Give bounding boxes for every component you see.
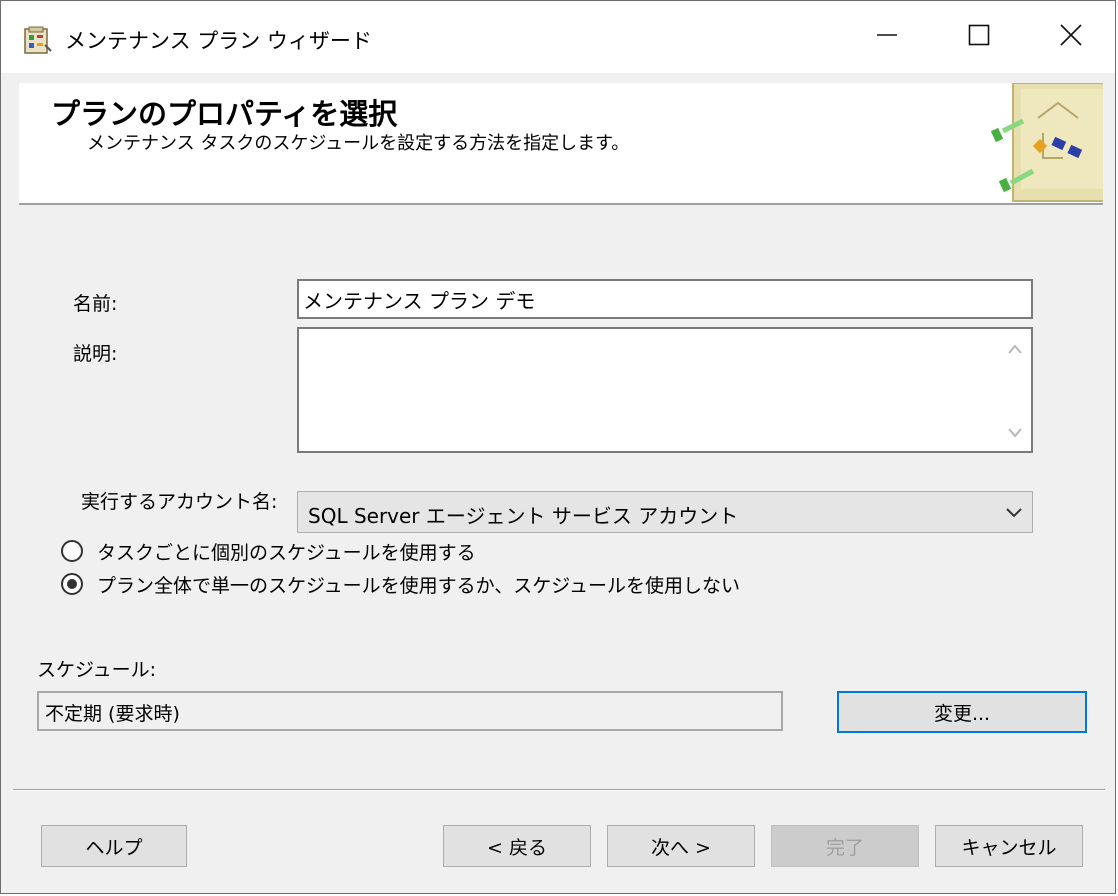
radio-single-button[interactable] [61, 573, 83, 595]
description-scrollbar[interactable] [1003, 337, 1027, 445]
name-label: 名前: [73, 293, 118, 315]
close-icon [1060, 24, 1082, 50]
window-title: メンテナンス プラン ウィザード [65, 29, 372, 53]
next-button[interactable]: 次へ > [607, 825, 755, 867]
page-title: プランのプロパティを選択 [51, 97, 398, 131]
scroll-up-icon [1008, 344, 1022, 354]
radio-separate-schedules[interactable]: タスクごとに個別のスケジュールを使用する [61, 536, 476, 566]
radio-single-schedule[interactable]: プラン全体で単一のスケジュールを使用するか、スケジュールを使用しない [61, 569, 740, 599]
back-button[interactable]: < 戻る [443, 825, 591, 867]
schedule-value-field: 不定期 (要求時) [37, 691, 783, 731]
minimize-button[interactable] [841, 1, 933, 73]
maximize-button[interactable] [933, 1, 1025, 73]
maximize-icon [968, 24, 990, 50]
chevron-down-icon [1004, 502, 1024, 522]
title-bar[interactable]: メンテナンス プラン ウィザード [1, 1, 1115, 73]
wizard-banner-icon [983, 83, 1103, 203]
description-textarea[interactable] [297, 327, 1033, 453]
cancel-button[interactable]: キャンセル [935, 825, 1083, 867]
footer-separator [13, 789, 1105, 791]
change-schedule-button[interactable]: 変更... [837, 691, 1087, 733]
radio-separate-label: タスクごとに個別のスケジュールを使用する [97, 541, 476, 564]
wizard-window: メンテナンス プラン ウィザード プランのプロパティを選択 メンテナンス タスク… [0, 0, 1116, 894]
description-label: 説明: [73, 343, 118, 365]
scroll-down-icon [1008, 428, 1022, 438]
help-button[interactable]: ヘルプ [41, 825, 187, 867]
wizard-header: プランのプロパティを選択 メンテナンス タスクのスケジュールを設定する方法を指定… [19, 83, 1103, 205]
page-subtitle: メンテナンス タスクのスケジュールを設定する方法を指定します。 [87, 133, 630, 154]
finish-button[interactable]: 完了 [771, 825, 919, 867]
wizard-app-icon [23, 25, 53, 55]
radio-separate-button[interactable] [61, 540, 83, 562]
account-dropdown[interactable]: SQL Server エージェント サービス アカウント [297, 491, 1033, 533]
close-button[interactable] [1025, 1, 1117, 73]
account-label: 実行するアカウント名: [81, 491, 278, 513]
account-selected-value: SQL Server エージェント サービス アカウント [308, 504, 739, 528]
name-input[interactable]: メンテナンス プラン デモ [297, 279, 1033, 319]
radio-single-label: プラン全体で単一のスケジュールを使用するか、スケジュールを使用しない [97, 574, 740, 597]
minimize-icon [876, 24, 898, 50]
schedule-label: スケジュール: [37, 659, 157, 681]
